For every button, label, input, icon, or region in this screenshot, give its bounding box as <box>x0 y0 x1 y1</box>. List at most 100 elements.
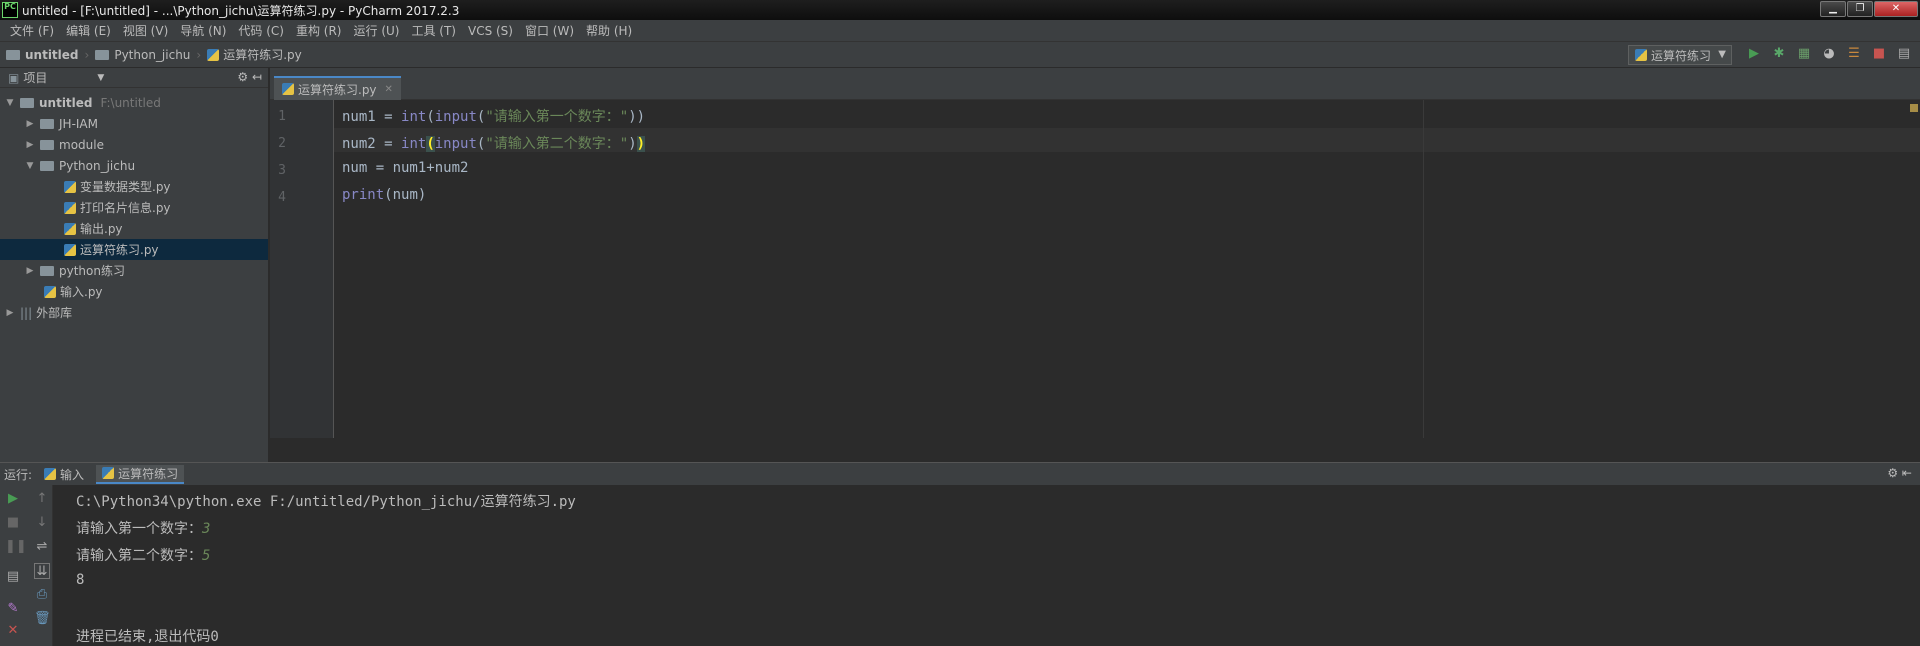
menu-file[interactable]: 文件 (F) <box>4 22 60 39</box>
tree-item-external-libraries[interactable]: ▶ ||| 外部库 <box>0 302 268 323</box>
tree-item-python-practice[interactable]: ▶ python练习 <box>0 260 268 281</box>
tree-item-file[interactable]: 输入.py <box>0 281 268 302</box>
line-number: 4 <box>278 190 286 205</box>
soft-wrap-icon[interactable]: ⇌ <box>34 539 50 555</box>
project-panel-title[interactable]: 项目 <box>23 69 47 86</box>
console-user-input: 5 <box>202 548 211 564</box>
menu-vcs[interactable]: VCS (S) <box>462 24 519 38</box>
stop-icon[interactable]: ■ <box>1871 46 1887 62</box>
python-file-icon <box>64 201 76 214</box>
breadcrumb: untitled › Python_jichu › 运算符练习.py <box>6 46 302 63</box>
gear-icon[interactable]: ⚙ ⇤ <box>1887 466 1912 480</box>
run-tab-input[interactable]: 输入 <box>38 465 90 484</box>
tree-item-jh-iam[interactable]: ▶ JH-IAM <box>0 113 268 134</box>
editor-tab[interactable]: 运算符练习.py ✕ <box>274 76 401 100</box>
coverage-icon[interactable]: ▦ <box>1796 46 1812 62</box>
maximize-button[interactable]: ❐ <box>1847 1 1873 17</box>
menu-help[interactable]: 帮助 (H) <box>580 22 638 39</box>
title-bar: PC untitled - [F:\untitled] - ...\Python… <box>0 0 1920 20</box>
project-structure-icon[interactable]: ▤ <box>1896 46 1912 62</box>
inspection-status-icon[interactable] <box>1910 104 1918 112</box>
concurrency-icon[interactable]: ☰ <box>1846 46 1862 62</box>
menu-view[interactable]: 视图 (V) <box>117 22 174 39</box>
menu-refactor[interactable]: 重构 (R) <box>290 22 348 39</box>
profile-icon[interactable]: ◕ <box>1821 46 1837 62</box>
arrow-up-icon[interactable]: ↑ <box>34 491 50 507</box>
run-icon[interactable]: ▶ <box>1746 46 1762 62</box>
code-editor[interactable]: 1 2 3 4 num1 = int(input("请输入第一个数字：")) n… <box>270 100 1920 438</box>
minimize-button[interactable]: ▁ <box>1820 1 1846 17</box>
menu-tools[interactable]: 工具 (T) <box>405 22 462 39</box>
line-number-gutter: 1 2 3 4 <box>270 100 334 438</box>
close-button[interactable]: ✕ <box>1874 1 1918 17</box>
tree-item-file[interactable]: 变量数据类型.py <box>0 176 268 197</box>
menu-code[interactable]: 代码 (C) <box>232 22 290 39</box>
print-icon[interactable]: ⎙ <box>34 587 50 603</box>
code-token: "请输入第一个数字：" <box>485 109 629 125</box>
run-tab-label: 运算符练习 <box>118 466 179 481</box>
run-toolbar: ▶ ■ ❚❚ ▤ ✎ ✕ ↑ ↓ ⇌ ⇊ ⎙ 🗑 <box>0 485 53 646</box>
tree-item-label: 外部库 <box>36 306 73 320</box>
breadcrumb-folder[interactable]: Python_jichu <box>114 48 190 62</box>
gear-icon[interactable]: ⚙ ↤ <box>237 70 262 84</box>
expand-arrow-icon[interactable]: ▼ <box>4 98 16 108</box>
code-token: (num) <box>384 187 427 203</box>
tree-item-label: 输入.py <box>60 285 103 299</box>
run-console[interactable]: ▶ ■ ❚❚ ▤ ✎ ✕ ↑ ↓ ⇌ ⇊ ⎙ 🗑 C:\Python34\pyt… <box>0 485 1920 646</box>
menu-edit[interactable]: 编辑 (E) <box>60 22 117 39</box>
scroll-to-end-icon[interactable]: ⇊ <box>34 563 50 579</box>
python-file-icon <box>282 83 294 95</box>
menu-window[interactable]: 窗口 (W) <box>519 22 580 39</box>
code-token: ) <box>628 136 637 152</box>
tree-item-label: 打印名片信息.py <box>80 201 171 215</box>
collapse-arrow-icon[interactable]: ▶ <box>24 119 36 129</box>
collapse-arrow-icon[interactable]: ▶ <box>24 140 36 150</box>
code-token: int <box>401 109 427 125</box>
run-tab-operators[interactable]: 运算符练习 <box>96 464 185 484</box>
tree-item-untitled[interactable]: ▼ untitled F:\untitled <box>0 92 268 113</box>
chevron-down-icon[interactable]: ▼ <box>97 73 104 83</box>
menu-run[interactable]: 运行 (U) <box>348 22 406 39</box>
close-tab-icon[interactable]: ✕ <box>385 84 393 95</box>
project-tree: ▼ untitled F:\untitled ▶ JH-IAM ▶ module… <box>0 88 268 323</box>
tree-item-python-jichu[interactable]: ▼ Python_jichu <box>0 155 268 176</box>
console-line: 请输入第二个数字：5 <box>76 545 210 565</box>
close-icon[interactable]: ✕ <box>5 623 21 639</box>
tree-item-file-selected[interactable]: 运算符练习.py <box>0 239 268 260</box>
breadcrumb-file[interactable]: 运算符练习.py <box>223 46 302 63</box>
python-file-icon <box>207 48 220 61</box>
window-title: untitled - [F:\untitled] - ...\Python_ji… <box>22 3 460 18</box>
tree-item-module[interactable]: ▶ module <box>0 134 268 155</box>
code-token: print <box>342 187 385 203</box>
pin-icon[interactable]: ✎ <box>5 601 21 617</box>
run-configuration-select[interactable]: 运算符练习 ▼ <box>1627 45 1732 65</box>
line-number: 2 <box>278 136 286 151</box>
debug-icon[interactable]: ✱ <box>1771 46 1787 62</box>
collapse-arrow-icon[interactable]: ▶ <box>24 266 36 276</box>
breadcrumb-project[interactable]: untitled <box>25 48 79 62</box>
code-line-1: num1 = int(input("请输入第一个数字：")) <box>342 106 645 126</box>
tree-item-path: F:\untitled <box>100 95 161 110</box>
python-file-icon <box>102 467 115 479</box>
collapse-arrow-icon[interactable]: ▶ <box>4 308 16 318</box>
editor-tab-label: 运算符练习.py <box>298 82 377 97</box>
rerun-icon[interactable]: ▶ <box>5 491 21 507</box>
chevron-down-icon: ▼ <box>1718 49 1726 60</box>
tree-item-file[interactable]: 输出.py <box>0 218 268 239</box>
pause-icon[interactable]: ❚❚ <box>5 539 27 555</box>
python-file-icon <box>64 222 76 235</box>
code-token: int <box>401 136 427 152</box>
python-file-icon <box>44 468 57 480</box>
arrow-down-icon[interactable]: ↓ <box>34 515 50 531</box>
code-token: num1 = <box>342 109 402 125</box>
expand-arrow-icon[interactable]: ▼ <box>24 161 36 171</box>
python-file-icon <box>64 243 76 256</box>
folder-icon <box>40 118 54 129</box>
tree-item-label: python练习 <box>59 264 125 278</box>
stop-icon[interactable]: ■ <box>5 515 21 531</box>
menu-navigate[interactable]: 导航 (N) <box>174 22 232 39</box>
tree-item-file[interactable]: 打印名片信息.py <box>0 197 268 218</box>
console-line: 请输入第一个数字：3 <box>76 518 210 538</box>
layout-icon[interactable]: ▤ <box>5 569 21 585</box>
trash-icon[interactable]: 🗑 <box>34 611 51 627</box>
